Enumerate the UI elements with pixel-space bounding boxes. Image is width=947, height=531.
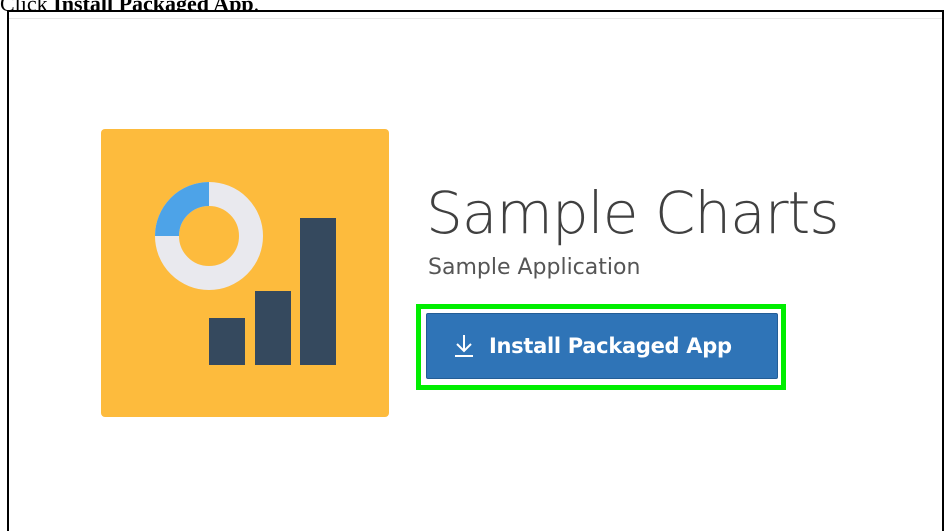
chart-icon xyxy=(155,182,336,365)
download-icon xyxy=(455,335,473,357)
app-subtitle: Sample Application xyxy=(428,255,641,280)
divider xyxy=(9,18,942,19)
app-icon-tile xyxy=(101,129,389,417)
app-title: Sample Charts xyxy=(426,179,840,247)
install-packaged-app-button[interactable]: Install Packaged App xyxy=(426,313,778,379)
install-button-label: Install Packaged App xyxy=(489,334,732,358)
